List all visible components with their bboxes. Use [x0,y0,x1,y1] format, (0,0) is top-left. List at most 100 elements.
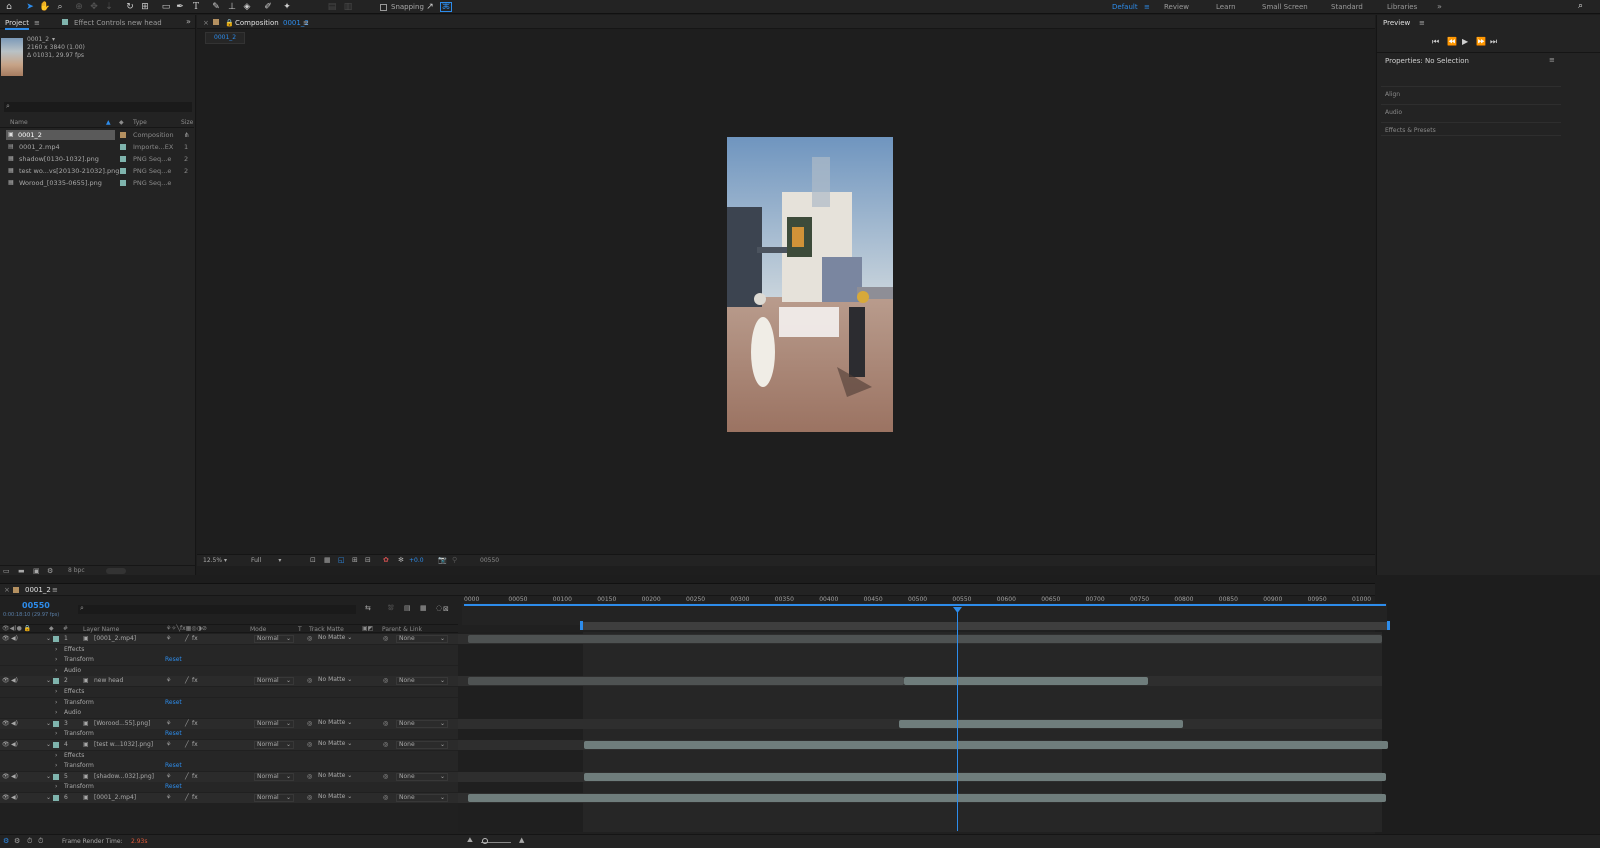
parent-dropdown[interactable]: None ⌄ [396,635,448,643]
expand-arrow-icon[interactable]: › [55,655,57,665]
project-search-input[interactable]: ⌕ [4,102,192,112]
col-name[interactable]: Name [10,118,28,128]
project-item[interactable]: ▦ shadow[0130-1032].png PNG Seq...e 2 [0,153,194,165]
previous-frame-icon[interactable]: ⏪ [1447,37,1457,46]
reset-link[interactable]: Reset [165,782,182,792]
last-frame-icon[interactable]: ⏭ [1490,37,1497,47]
property-group-row[interactable]: › Audio [0,665,458,676]
layer-label-swatch[interactable] [53,720,59,727]
quality-switch-icon[interactable]: ╱ [185,772,189,782]
bit-depth[interactable]: 8 bpc [68,567,85,574]
fx-switch-icon[interactable]: fx [192,676,198,686]
audio-icon[interactable]: ◀) [11,740,18,750]
work-area-range[interactable] [582,622,1389,630]
search-help-icon[interactable]: ⌕ [1578,1,1583,11]
audio-icon[interactable]: ◀) [11,772,18,782]
roto-brush-tool-icon[interactable]: ✐ [262,1,274,13]
expand-arrow-icon[interactable]: › [55,698,57,708]
snap-features-icon[interactable]: ⌘ [440,2,452,12]
grid-guides-icon[interactable]: ⊞ [352,556,358,564]
panel-menu-icon[interactable]: ≡ [1419,19,1425,27]
blend-mode-dropdown[interactable]: Normal ⌄ [254,794,294,802]
audio-icon[interactable]: ◀) [11,793,18,803]
snap-edges-icon[interactable]: ↗ [424,1,436,13]
layer-row[interactable]: 👁 ◀) ⌄ 5 ▣ [shadow...032].png] ⚘ ╱ fx Normal ⌄ ◎ No … [0,771,458,782]
pen-tool-icon[interactable]: ✒ [174,1,186,13]
quality-switch-icon[interactable]: ╱ [185,676,189,686]
layer-label-swatch[interactable] [53,795,59,801]
layer-duration-bar[interactable] [468,635,1382,643]
audio-icon[interactable]: ◀) [11,676,18,686]
exposure-value[interactable]: +0.0 [409,557,424,564]
layer-row[interactable]: 👁 ◀) ⌄ 2 ▣ new head ⚘ ╱ fx Normal ⌄ ◎ No Matte ⌄ ◎ Non… [0,676,458,687]
property-group-row[interactable]: › Transform Reset [0,761,458,772]
dolly-tool-icon[interactable]: ⇣ [103,1,115,13]
reset-exposure-icon[interactable]: ✻ [398,556,404,564]
align-section[interactable]: Align [1381,86,1561,100]
more-workspaces-icon[interactable]: » [1437,2,1442,11]
col-size[interactable]: Size [181,118,193,128]
workspace-libraries[interactable]: Libraries [1387,3,1417,11]
fx-switch-icon[interactable]: fx [192,740,198,750]
home-icon[interactable]: ⌂ [3,1,15,13]
fx-switch-icon[interactable]: fx [192,772,198,782]
distribute-icon[interactable]: ▥ [342,1,354,13]
puppet-tool-icon[interactable]: ✦ [281,1,293,13]
track-matte-dropdown[interactable]: No Matte ⌄ [318,677,358,685]
render-time-icon[interactable]: ⏱ [38,837,43,846]
av-features-icon[interactable]: 👁◀)● 🔒 [2,625,31,632]
layer-duration-bar[interactable] [899,719,1183,728]
track-matte-dropdown[interactable]: No Matte ⌄ [318,719,358,728]
rectangle-tool-icon[interactable]: ▭ [160,1,172,13]
zoom-out-icon[interactable]: ⛰ [467,836,473,845]
workspace-default[interactable]: Default [1112,3,1138,11]
new-folder-icon[interactable]: ▬ [18,567,25,575]
layer-name[interactable]: [Worood...55].png] [94,719,150,729]
shy-switch-icon[interactable]: ⚘ [166,740,171,750]
sort-ascending-icon[interactable]: ▲ [106,118,111,128]
spiral-icon[interactable]: ◎ [307,772,312,782]
project-item[interactable]: 0001_2 ▣ Composition ⋔ [0,129,194,141]
region-of-interest-icon[interactable]: ⊡ [310,556,316,564]
layer-name[interactable]: [test w...1032].png] [94,740,153,750]
draft-3d-icon[interactable]: ⛆ [388,604,394,613]
visibility-icon[interactable]: 👁 [2,634,10,644]
show-snapshot-icon[interactable]: ⚲ [452,556,457,564]
pan-tool-icon[interactable]: ✥ [88,1,100,13]
timeline-tab[interactable]: 0001_2 [25,586,51,594]
shy-switch-icon[interactable]: ⚘ [166,793,171,803]
parent-dropdown[interactable]: None ⌄ [396,794,448,802]
graph-editor-icon[interactable]: ⊠ [443,605,449,613]
hide-shy-icon[interactable]: ▤ [404,604,411,612]
snapping-checkbox[interactable] [380,4,387,11]
zoom-slider-thumb[interactable] [482,838,488,844]
visibility-icon[interactable]: 👁 [2,676,10,686]
collapse-arrow-icon[interactable]: ⌄ [46,740,51,750]
pick-whip-icon[interactable]: ◎ [383,719,388,729]
layer-duration-bar[interactable] [584,741,1388,749]
layer-duration-bar[interactable] [468,677,904,686]
close-panel-icon[interactable]: × [203,19,209,27]
channel-icon[interactable]: ✿ [383,556,389,564]
collapse-arrow-icon[interactable]: ⌄ [46,719,51,729]
layer-label-swatch[interactable] [53,773,59,780]
visibility-icon[interactable]: 👁 [2,719,10,729]
pick-whip-icon[interactable]: ◎ [383,634,388,644]
layer-row[interactable]: 👁 ◀) ⌄ 4 ▣ [test w...1032].png] ⚘ ╱ fx Normal ⌄ ◎ No… [0,740,458,750]
switches-icons[interactable]: ⚘✧╲fx▦◎◑⊘ [166,625,207,632]
layer-row[interactable]: 👁 ◀) ⌄ 3 ▣ [Worood...55].png] ⚘ ╱ fx Normal ⌄ ◎ No M… [0,718,458,729]
orbit-tool-icon[interactable]: ⊕ [73,1,85,13]
layer-row[interactable]: 👁 ◀) ⌄ 1 ▣ [0001_2.mp4] ⚘ ╱ fx Normal ⌄ ◎ No Matte ⌄… [0,634,458,644]
visibility-icon[interactable]: 👁 [2,740,10,750]
anchor-tool-icon[interactable]: ⊞ [139,1,151,13]
spiral-icon[interactable]: ◎ [307,676,312,686]
workspace-learn[interactable]: Learn [1216,3,1236,11]
spiral-icon[interactable]: ◎ [307,793,312,803]
fx-switch-icon[interactable]: fx [192,634,198,644]
spiral-icon[interactable]: ◎ [307,740,312,750]
audio-icon[interactable]: ◀) [11,634,18,644]
reset-link[interactable]: Reset [165,655,182,665]
layer-row[interactable]: 👁 ◀) ⌄ 6 ▣ [0001_2.mp4] ⚘ ╱ fx Normal ⌄ ◎ No Matte ⌄… [0,793,458,803]
collapse-arrow-icon[interactable]: ⌄ [46,793,51,803]
property-group-row[interactable]: › Transform Reset [0,729,458,740]
